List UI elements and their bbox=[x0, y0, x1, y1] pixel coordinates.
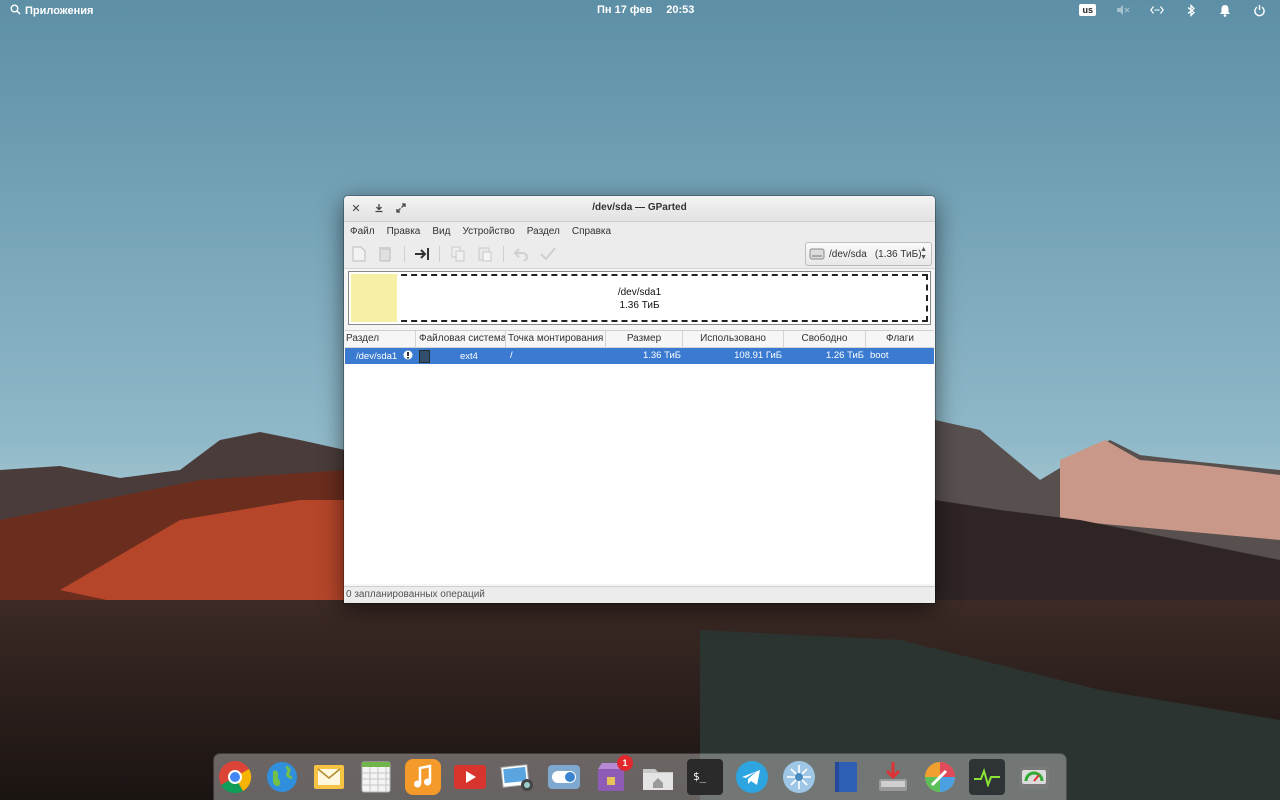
dock-icons: 1 $_ bbox=[217, 755, 1052, 795]
column-header-filesystem[interactable]: Файловая система bbox=[416, 331, 506, 347]
resize-move-icon[interactable] bbox=[412, 245, 432, 263]
svg-text:$_: $_ bbox=[693, 770, 707, 783]
book-icon[interactable] bbox=[828, 759, 864, 795]
applications-menu[interactable]: Приложения bbox=[10, 4, 93, 18]
network-wired-icon[interactable] bbox=[1150, 3, 1164, 17]
device-selector[interactable]: /dev/sda (1.36 ТиБ) ▲ ▼ bbox=[805, 242, 932, 266]
window-title: /dev/sda — GParted bbox=[592, 202, 687, 213]
status-bar: 0 запланированных операций bbox=[344, 586, 935, 603]
spin-arrows-icon: ▲ ▼ bbox=[920, 246, 927, 261]
partition-graph-labels: /dev/sda1 1.36 ТиБ bbox=[349, 286, 930, 312]
power-icon[interactable] bbox=[1252, 3, 1266, 17]
column-header-flags[interactable]: Флаги bbox=[866, 331, 934, 347]
datetime-indicator[interactable]: Пн 17 фев 20:53 bbox=[597, 4, 694, 16]
filesystem-color-swatch bbox=[419, 349, 430, 363]
top-panel: Приложения Пн 17 фев 20:53 us bbox=[0, 0, 1280, 22]
partition-size: 1.36 ТиБ bbox=[642, 350, 681, 361]
notifications-bell-icon[interactable] bbox=[1218, 3, 1232, 17]
window-titlebar[interactable]: ✕ /dev/sda — GParted bbox=[344, 196, 935, 222]
delete-partition-icon[interactable] bbox=[375, 245, 395, 263]
column-header-mount-point[interactable]: Точка монтирования bbox=[506, 331, 606, 347]
keyboard-layout-indicator[interactable]: us bbox=[1079, 4, 1096, 16]
apply-icon[interactable] bbox=[538, 245, 558, 263]
partition-graph-name: /dev/sda1 bbox=[617, 287, 662, 298]
partition-graph[interactable]: /dev/sda1 1.36 ТиБ bbox=[348, 271, 931, 325]
appcenter-icon[interactable]: 1 bbox=[593, 755, 633, 795]
terminal-icon[interactable]: $_ bbox=[687, 759, 723, 795]
menu-view[interactable]: Вид bbox=[432, 226, 450, 237]
menu-help[interactable]: Справка bbox=[572, 226, 611, 237]
search-icon bbox=[10, 4, 21, 18]
harddisk-icon bbox=[809, 247, 825, 261]
music-icon[interactable] bbox=[405, 759, 441, 795]
column-header-size[interactable]: Размер bbox=[606, 331, 683, 347]
videos-icon[interactable] bbox=[452, 759, 488, 795]
paste-icon[interactable] bbox=[475, 245, 495, 263]
mounted-key-icon bbox=[403, 350, 413, 363]
mail-icon[interactable] bbox=[311, 759, 347, 795]
indicator-area: us bbox=[1079, 3, 1266, 17]
chrome-icon[interactable] bbox=[217, 759, 253, 795]
spreadsheet-icon[interactable] bbox=[358, 759, 394, 795]
applications-label: Приложения bbox=[25, 5, 94, 17]
files-home-icon[interactable] bbox=[640, 759, 676, 795]
device-size: (1.36 ТиБ) bbox=[874, 248, 922, 260]
time-label: 20:53 bbox=[666, 4, 695, 16]
table-header: Раздел Файловая система Точка монтирован… bbox=[345, 331, 934, 348]
column-header-used[interactable]: Использовано bbox=[683, 331, 784, 347]
filesystem-type: ext4 bbox=[460, 350, 478, 362]
color-picker-icon[interactable] bbox=[922, 759, 958, 795]
partition-name: /dev/sda1 bbox=[356, 350, 398, 362]
partition-flags: boot bbox=[870, 350, 889, 361]
column-header-partition[interactable]: Раздел bbox=[345, 331, 416, 347]
menu-edit[interactable]: Правка bbox=[387, 226, 421, 237]
network-tool-icon[interactable] bbox=[781, 759, 817, 795]
menu-file[interactable]: Файл bbox=[350, 226, 375, 237]
system-monitor-icon[interactable] bbox=[969, 759, 1005, 795]
settings-toggle-icon[interactable] bbox=[546, 759, 582, 795]
web-browser-icon[interactable] bbox=[264, 759, 300, 795]
telegram-icon[interactable] bbox=[734, 759, 770, 795]
disk-utility-icon[interactable] bbox=[1016, 759, 1052, 795]
installer-icon[interactable] bbox=[875, 759, 911, 795]
new-partition-icon[interactable] bbox=[349, 245, 369, 263]
date-label: Пн 17 фев bbox=[597, 4, 653, 16]
table-row[interactable]: /dev/sda1 ext4 / 1.36 ТиБ 108.91 ГиБ 1.2… bbox=[345, 348, 934, 364]
menu-partition[interactable]: Раздел bbox=[527, 226, 560, 237]
menu-device[interactable]: Устройство bbox=[462, 226, 514, 237]
partition-used: 108.91 ГиБ bbox=[734, 350, 782, 361]
appcenter-updates-badge: 1 bbox=[617, 755, 633, 771]
partition-graph-size: 1.36 ТиБ bbox=[619, 300, 660, 311]
copy-icon[interactable] bbox=[448, 245, 468, 263]
bluetooth-icon[interactable] bbox=[1184, 3, 1198, 17]
photos-icon[interactable] bbox=[499, 759, 535, 795]
volume-muted-icon[interactable] bbox=[1116, 3, 1130, 17]
partition-table: Раздел Файловая система Точка монтирован… bbox=[345, 330, 934, 584]
undo-icon[interactable] bbox=[511, 245, 531, 263]
mount-point: / bbox=[510, 350, 513, 361]
column-header-free[interactable]: Свободно bbox=[784, 331, 866, 347]
partition-free: 1.26 ТиБ bbox=[825, 350, 864, 361]
device-name: /dev/sda bbox=[829, 248, 867, 260]
gparted-window: ✕ /dev/sda — GParted Файл Правка Вид Уст… bbox=[344, 196, 935, 603]
menu-bar: Файл Правка Вид Устройство Раздел Справк… bbox=[344, 222, 935, 240]
toolbar: /dev/sda (1.36 ТиБ) ▲ ▼ bbox=[344, 240, 935, 269]
